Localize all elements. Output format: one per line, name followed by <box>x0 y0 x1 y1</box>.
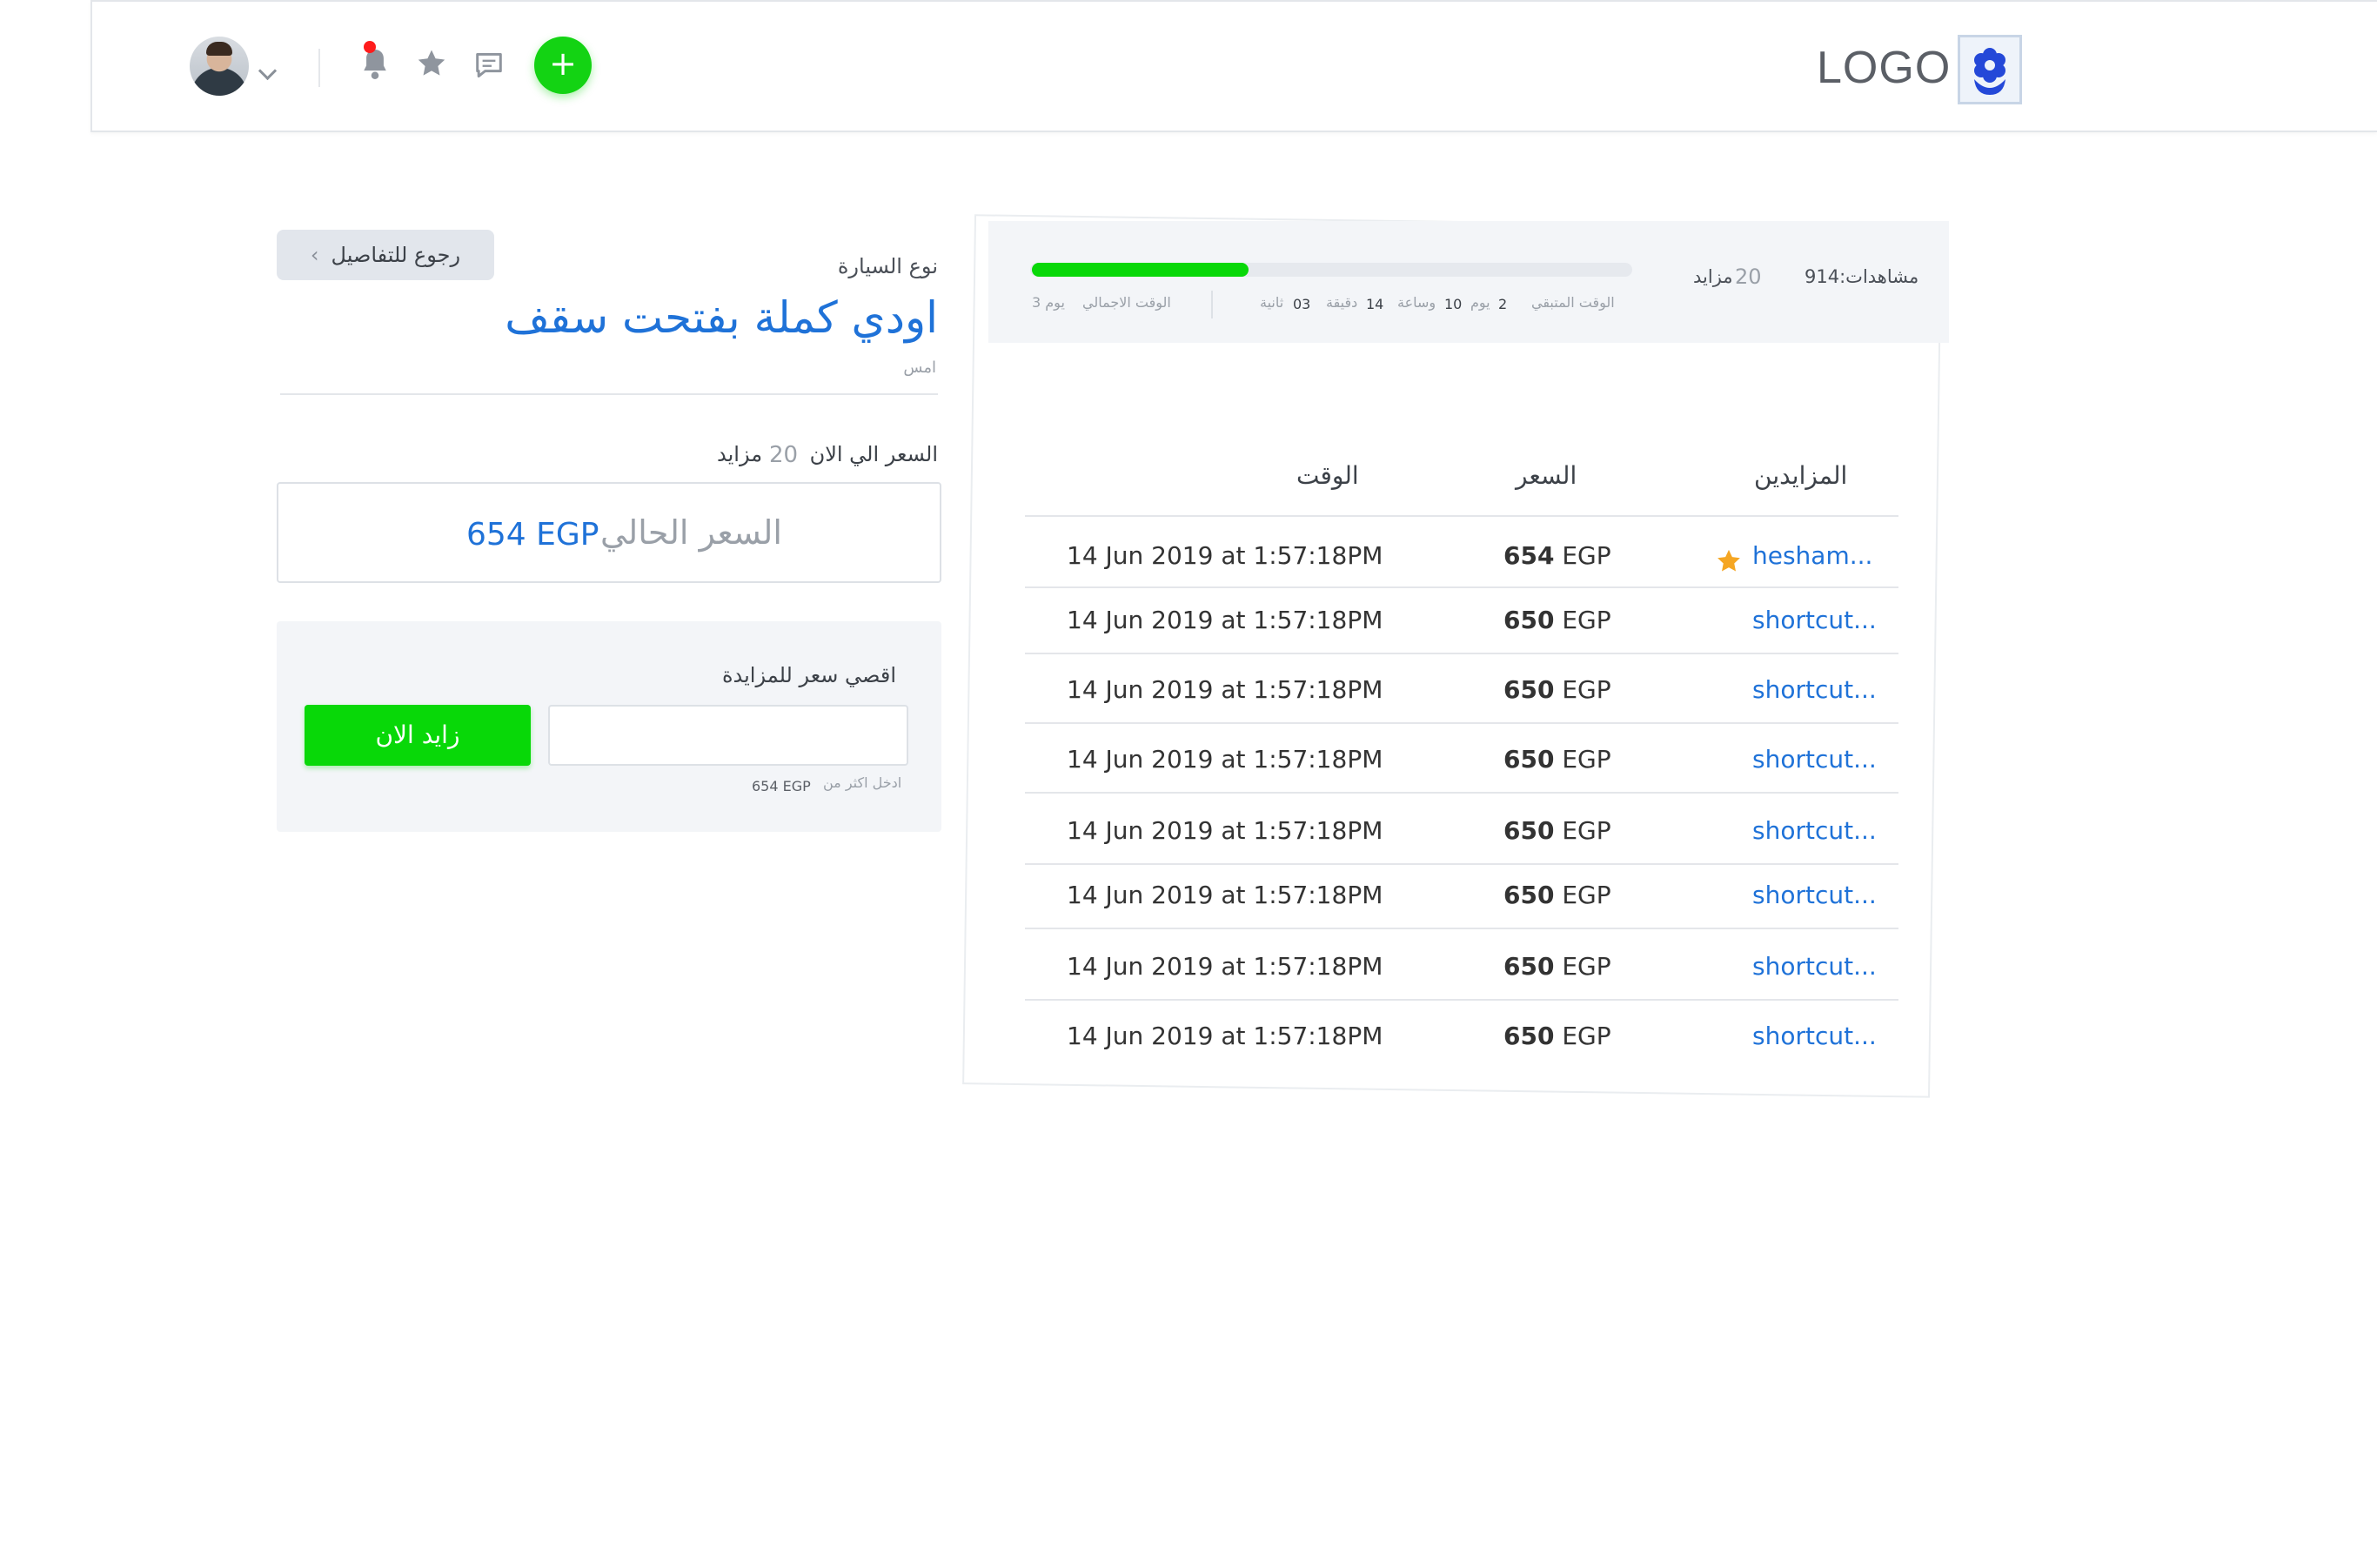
row-divider <box>1025 653 1898 654</box>
row-bidder-link[interactable]: hesham... <box>1752 541 1872 570</box>
row-time: 14 Jun 2019 at 1:57:18PM <box>1067 952 1383 981</box>
row-price: 650 EGP <box>1503 816 1611 845</box>
chevron-left-icon: ‹ <box>310 243 319 267</box>
flower-logo-icon <box>1974 48 2005 95</box>
add-button[interactable]: + <box>534 37 592 94</box>
chat-icon[interactable] <box>473 50 505 80</box>
car-title: اودي كملة بفتحت سقف <box>505 292 938 343</box>
seconds-value: 03 <box>1293 296 1311 312</box>
row-price-amount: 650 <box>1503 675 1555 704</box>
stats-bids-count: 20 <box>1735 265 1762 289</box>
row-divider <box>1025 999 1898 1001</box>
hours-value: 10 <box>1444 296 1463 312</box>
plus-icon: + <box>549 44 577 83</box>
title-divider <box>280 393 938 395</box>
row-time: 14 Jun 2019 at 1:57:18PM <box>1067 606 1383 634</box>
row-price: 650 EGP <box>1503 606 1611 634</box>
bid-amount-input[interactable] <box>548 705 908 766</box>
posted-date: امس <box>903 358 936 377</box>
row-time: 14 Jun 2019 at 1:57:18PM <box>1067 1022 1383 1050</box>
star-icon[interactable] <box>416 49 447 78</box>
days-value: 2 <box>1498 296 1508 312</box>
row-price-amount: 650 <box>1503 881 1555 909</box>
row-time: 14 Jun 2019 at 1:57:18PM <box>1067 675 1383 704</box>
bid-hint-value: 654 EGP <box>752 778 811 794</box>
row-time: 14 Jun 2019 at 1:57:18PM <box>1067 816 1383 845</box>
minutes-value: 14 <box>1366 296 1384 312</box>
row-price-amount: 650 <box>1503 745 1555 774</box>
row-bidder-link[interactable]: shortcut... <box>1752 606 1877 634</box>
current-price-label: السعر الحالي <box>600 513 782 552</box>
row-price-currency: EGP <box>1562 541 1611 570</box>
row-bidder-link[interactable]: shortcut... <box>1752 952 1877 981</box>
header-price: السعر <box>1516 461 1577 490</box>
table-header-line <box>1025 515 1898 517</box>
row-divider <box>1025 928 1898 929</box>
back-to-details-button[interactable]: ‹ رجوع للتفاصيل <box>277 230 494 280</box>
row-price: 650 EGP <box>1503 952 1611 981</box>
bell-icon[interactable] <box>360 47 390 82</box>
stats-bids-label: مزايد <box>1693 266 1733 287</box>
header-time: الوقت <box>1296 461 1359 490</box>
minutes-unit: دقيقة <box>1326 294 1358 311</box>
row-bidder-link[interactable]: shortcut... <box>1752 881 1877 909</box>
row-time: 14 Jun 2019 at 1:57:18PM <box>1067 881 1383 909</box>
user-avatar[interactable] <box>190 37 249 96</box>
row-bidder-link[interactable]: shortcut... <box>1752 816 1877 845</box>
views-count: مشاهدات:914 <box>1805 266 1919 287</box>
row-divider <box>1025 722 1898 724</box>
row-bidder-link[interactable]: shortcut... <box>1752 675 1877 704</box>
logo-text[interactable]: LOGO <box>1817 42 1951 94</box>
row-price-currency: EGP <box>1562 606 1611 634</box>
bids-label: مزايد <box>717 442 763 466</box>
row-divider <box>1025 792 1898 794</box>
row-price: 650 EGP <box>1503 745 1611 774</box>
bid-now-button[interactable]: زايد الان <box>305 705 531 766</box>
header-divider <box>318 49 320 87</box>
now-price-label: السعر الي الان <box>809 442 938 466</box>
hours-unit: وساعة <box>1397 294 1436 311</box>
car-type-label: نوع السيارة <box>837 254 938 278</box>
row-price-currency: EGP <box>1562 745 1611 774</box>
row-price: 650 EGP <box>1503 881 1611 909</box>
row-price-amount: 650 <box>1503 952 1555 981</box>
logo-mark[interactable] <box>1958 35 2022 104</box>
row-price-amount: 650 <box>1503 606 1555 634</box>
bid-hint-label: ادخل اكثر من <box>823 774 902 791</box>
notification-dot <box>364 41 376 53</box>
row-divider <box>1025 863 1898 865</box>
row-price-currency: EGP <box>1562 675 1611 704</box>
row-price-amount: 650 <box>1503 816 1555 845</box>
row-price: 654 EGP <box>1503 541 1611 570</box>
header-bidders: المزايدين <box>1754 461 1848 490</box>
row-price-amount: 654 <box>1503 541 1555 570</box>
row-price-currency: EGP <box>1562 816 1611 845</box>
row-price: 650 EGP <box>1503 675 1611 704</box>
time-progress-fill <box>1032 263 1249 277</box>
total-time-label: الوقت الاجمالي <box>1082 294 1171 311</box>
favorite-star-icon[interactable] <box>1716 548 1742 574</box>
days-unit: يوم <box>1470 294 1490 311</box>
back-button-label: رجوع للتفاصيل <box>331 243 461 267</box>
row-price: 650 EGP <box>1503 1022 1611 1050</box>
row-bidder-link[interactable]: shortcut... <box>1752 1022 1877 1050</box>
row-price-amount: 650 <box>1503 1022 1555 1050</box>
time-divider <box>1211 291 1213 318</box>
row-price-currency: EGP <box>1562 952 1611 981</box>
remaining-time-label: الوقت المتبقي <box>1531 294 1615 311</box>
seconds-unit: ثانية <box>1260 294 1284 311</box>
row-bidder-link[interactable]: shortcut... <box>1752 745 1877 774</box>
max-bid-label: اقصي سعر للمزايدة <box>721 663 896 687</box>
bids-count: 20 <box>769 442 799 468</box>
row-divider <box>1025 586 1898 588</box>
row-price-currency: EGP <box>1562 881 1611 909</box>
current-price-value: 654 EGP <box>466 517 599 553</box>
row-time: 14 Jun 2019 at 1:57:18PM <box>1067 745 1383 774</box>
row-time: 14 Jun 2019 at 1:57:18PM <box>1067 541 1383 570</box>
row-price-currency: EGP <box>1562 1022 1611 1050</box>
total-time-value: 3 يوم <box>1032 294 1065 311</box>
